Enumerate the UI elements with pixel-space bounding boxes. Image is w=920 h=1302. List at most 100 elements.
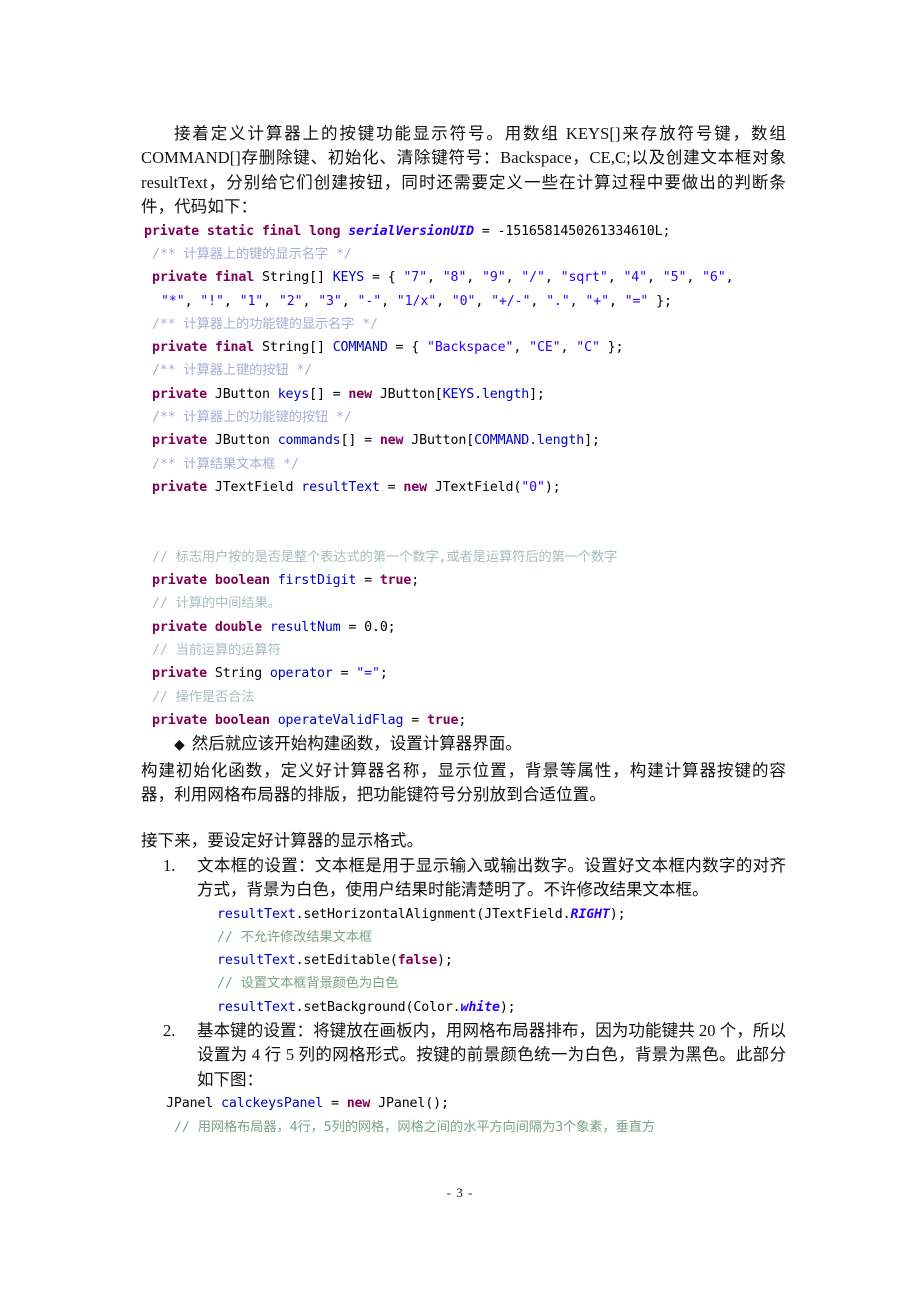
code-line-cmt-operator: // 当前运算的运算符 <box>141 639 786 662</box>
code-token: [] = <box>309 386 349 402</box>
code-line-firstdigit-decl: private boolean firstDigit = true; <box>141 569 786 592</box>
list-item-number: 2. <box>163 1021 176 1041</box>
code-token: // 用网格布局器，4行，5列的网格，网格之间的水平方向间隔为3个象素，垂直方 <box>174 1119 655 1135</box>
code-token: new <box>346 1096 379 1112</box>
code-token: }; <box>648 293 672 309</box>
code-token: = <box>403 712 427 728</box>
numbered-list: 1. 文本框的设置：文本框是用于显示输入或输出数字。设置好文本框内数字的对齐方式，… <box>141 854 786 1139</box>
code-line-set-background-white: resultText.setBackground(Color.white); <box>197 996 786 1019</box>
code-token: , <box>381 293 397 309</box>
code-line-blank-2 <box>141 522 786 545</box>
code-line-cmt-set-background-white: // 设置文本框背景颜色为白色 <box>197 972 786 995</box>
code-token: = { <box>387 340 427 356</box>
code-line-keys-buttons-decl: private JButton keys[] = new JButton[KEY… <box>141 383 786 406</box>
code-line-command-decl: private final String[] COMMAND = { "Back… <box>141 336 786 359</box>
code-token: JButton[ <box>379 386 443 402</box>
code-token: private static final long <box>144 223 349 239</box>
code-token: /** 计算结果文本框 */ <box>152 456 300 472</box>
code-token: /** 计算器上的功能键的显示名字 */ <box>152 316 378 332</box>
code-token: , <box>505 270 522 286</box>
code-token: ; <box>379 666 388 682</box>
code-token: [] <box>309 270 333 286</box>
code-token: = <box>356 573 380 589</box>
code-token: JButton <box>214 433 278 449</box>
code-token: private <box>152 433 215 449</box>
code-token: new <box>379 433 412 449</box>
code-token: "5" <box>662 270 687 286</box>
code-token: , <box>530 293 547 309</box>
bullet-build-function: ◆ 然后就应该开始构建函数，设置计算器界面。 <box>141 732 786 758</box>
list-item-number: 1. <box>163 855 176 875</box>
code-token: /** 计算器上的功能键的按钮 */ <box>152 410 352 425</box>
code-token: calckeysPanel <box>221 1096 324 1112</box>
code-token: "=" <box>624 293 649 309</box>
code-token: white <box>460 999 500 1015</box>
code-token: , <box>436 293 452 309</box>
code-line-doc-keys-name: /** 计算器上的键的显示名字 */ <box>141 243 786 266</box>
code-token: ); <box>544 479 561 495</box>
code-token: "1/x" <box>396 293 437 309</box>
code-line-set-editable-false: resultText.setEditable(false); <box>197 949 786 972</box>
code-token: , <box>544 270 561 286</box>
page-number-footer: - 3 - <box>446 1185 474 1200</box>
code-line-serial-version: private static final long serialVersionU… <box>141 220 786 243</box>
list-item-code-block: resultText.setHorizontalAlignment(JTextF… <box>197 903 786 1019</box>
code-token: , <box>569 293 586 309</box>
code-token: "=" <box>356 666 380 682</box>
code-token: "CE" <box>529 340 561 356</box>
code-token: }; <box>599 340 624 356</box>
code-token: "6" <box>702 270 726 286</box>
document-page: 接着定义计算器上的按键功能显示符号。用数组 KEYS[]来存放符号键，数组 CO… <box>0 0 920 1302</box>
code-token: // 标志用户按的是否是整个表达式的第一个数字,或者是运算符后的第一个数字 <box>152 549 618 565</box>
code-line-calckeys-panel-decl: JPanel calckeysPanel = new JPanel(); <box>163 1092 786 1115</box>
code-token: "C" <box>576 340 600 356</box>
code-token: , <box>647 270 663 286</box>
code-token: ); <box>609 906 626 922</box>
code-token: keys <box>277 386 310 402</box>
paragraph-build-detail: 构建初始化函数，定义好计算器名称，显示位置，背景等属性，构建计算器按键的容器，利… <box>141 760 786 804</box>
code-line-cmt-resultnum: // 计算的中间结果。 <box>141 592 786 615</box>
code-token: new <box>348 386 380 402</box>
code-line-set-horizontal-alignment: resultText.setHorizontalAlignment(JTextF… <box>197 903 786 926</box>
code-token: private final <box>152 340 262 356</box>
page-content: 接着定义计算器上的按键功能显示符号。用数组 KEYS[]来存放符号键，数组 CO… <box>141 122 786 1139</box>
code-token: ]; <box>529 386 545 402</box>
code-token: = 0.0; <box>340 619 396 635</box>
code-token: = <box>379 479 404 495</box>
code-line-cmt-not-editable: // 不允许修改结果文本框 <box>197 926 786 949</box>
code-line-doc-command-name: /** 计算器上的功能键的显示名字 */ <box>141 313 786 336</box>
code-token: JPanel(); <box>378 1096 449 1112</box>
code-token: ); <box>436 953 453 969</box>
code-line-doc-result-textfield: /** 计算结果文本框 */ <box>141 453 786 476</box>
code-token: , <box>341 293 358 309</box>
code-token: // 设置文本框背景颜色为白色 <box>217 976 399 992</box>
code-token: = -1516581450261334610L; <box>473 223 671 239</box>
bullet-build-text: 然后就应该开始构建函数，设置计算器界面。 <box>191 734 522 754</box>
code-token: "sqrt" <box>560 270 608 286</box>
code-token: , <box>223 293 240 309</box>
code-token: firstDigit <box>277 573 357 589</box>
code-token: ); <box>499 999 516 1015</box>
code-token: "7" <box>403 270 427 286</box>
code-token: "*" <box>161 293 185 309</box>
list-item: 1. 文本框的设置：文本框是用于显示输入或输出数字。设置好文本框内数字的对齐方式，… <box>141 854 786 1019</box>
code-token: , <box>608 293 625 309</box>
code-token: "9" <box>482 270 506 286</box>
code-token: new <box>403 479 435 495</box>
list-item-code-block: JPanel calckeysPanel = new JPanel(); // 用… <box>163 1092 786 1139</box>
list-item-text: 文本框的设置：文本框是用于显示输入或输出数字。设置好文本框内数字的对齐方式，背景… <box>197 855 786 900</box>
code-line-cmt-grid-layout: // 用网格布局器，4行，5列的网格，网格之间的水平方向间隔为3个象素，垂直方 <box>163 1116 786 1139</box>
code-line-result-text-decl: private JTextField resultText = new JTex… <box>141 476 786 499</box>
code-token: "2" <box>278 293 303 309</box>
code-token: resultText <box>217 906 296 922</box>
code-token: // 当前运算的运算符 <box>152 642 281 658</box>
code-token: , <box>686 270 703 286</box>
code-token: , <box>725 270 734 286</box>
code-token: // 不允许修改结果文本框 <box>217 929 373 945</box>
code-token: JPanel <box>166 1096 221 1112</box>
code-token: , <box>466 270 482 286</box>
code-token: resultText <box>301 479 380 495</box>
code-token: private <box>152 386 215 402</box>
